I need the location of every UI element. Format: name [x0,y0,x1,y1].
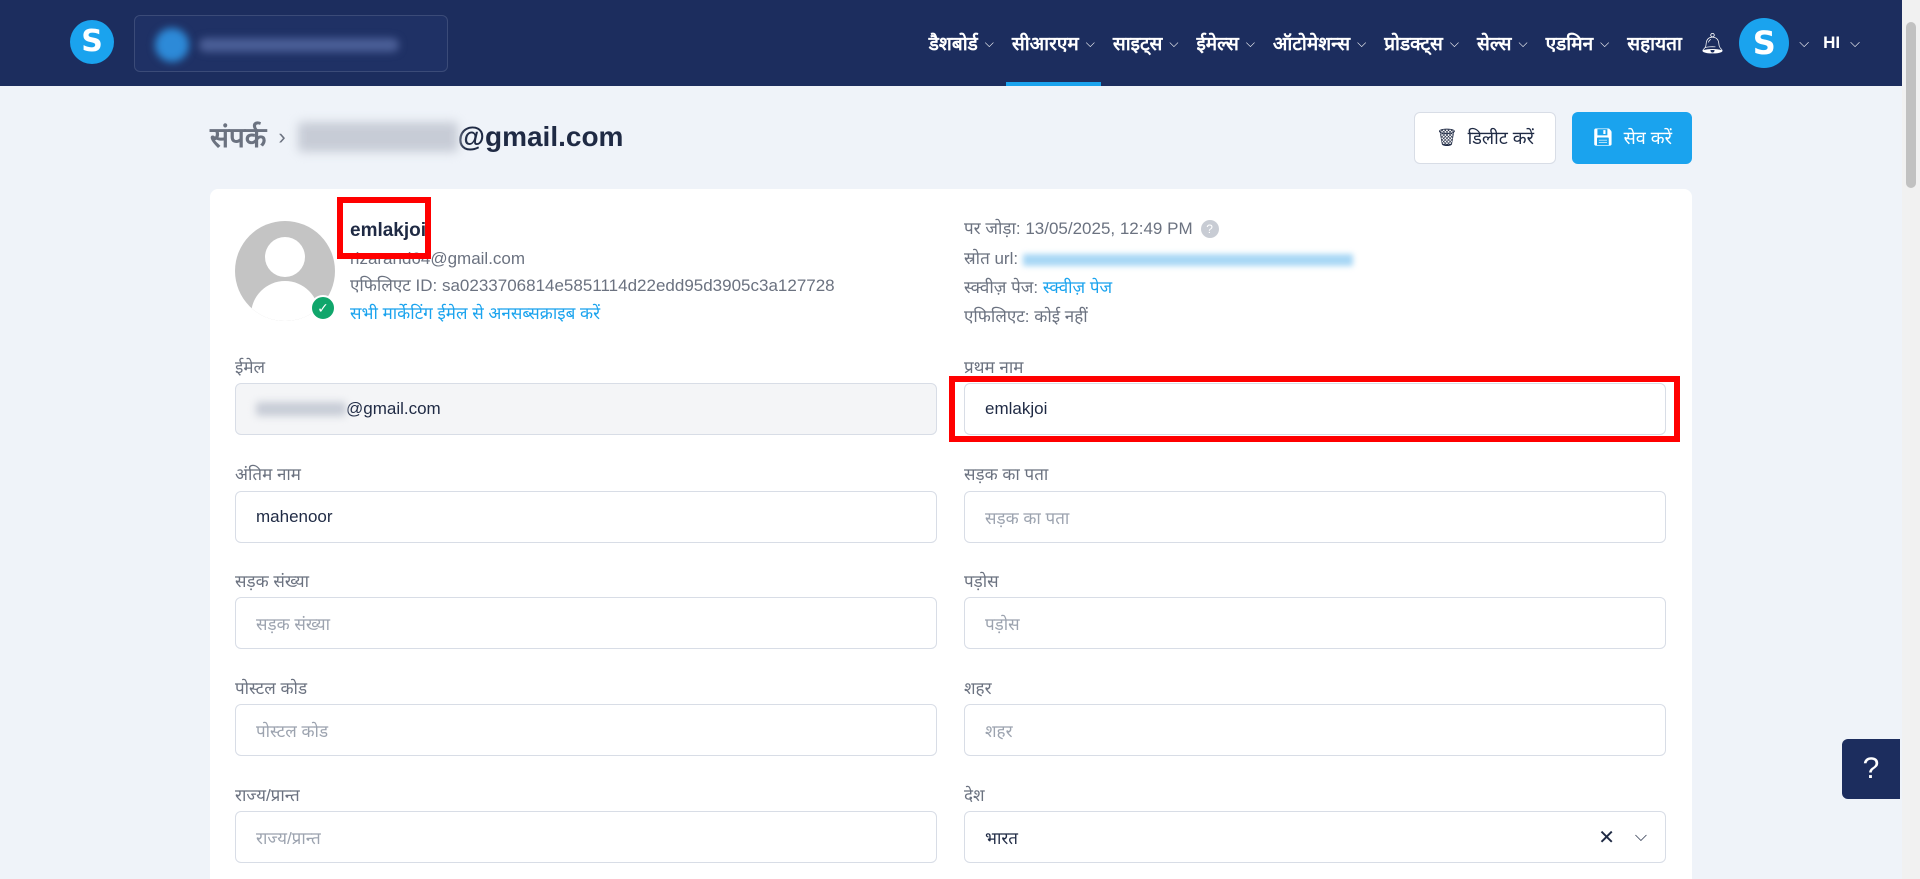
first-name-label: प्रथम नाम [964,358,1024,377]
state-field[interactable]: राज्य/प्रान्त [235,811,937,863]
email-redacted [256,402,346,416]
save-button[interactable]: 💾︎ सेव करें [1572,112,1692,164]
chevron-down-icon[interactable]: ⌵ [1850,35,1860,51]
breadcrumb-email: @gmail.com [457,121,624,152]
street-label: सड़क का पता [964,465,1049,484]
postal-code-field[interactable]: पोस्टल कोड [235,704,937,756]
site-name-redacted [199,38,399,52]
nav-automations[interactable]: ऑटोमेशन्स ⌵ [1267,0,1372,86]
help-icon[interactable]: ? [1200,220,1219,238]
chevron-down-icon[interactable]: ⌵ [1635,828,1647,846]
email-field: @gmail.com [235,383,937,435]
user-avatar[interactable]: S [1739,18,1790,68]
delete-button[interactable]: 🗑︎ डिलीट करें [1414,112,1556,164]
last-name-label: अंतिम नाम [235,465,301,484]
chevron-down-icon: ⌵ [984,35,994,50]
scrollbar-thumb[interactable] [1906,22,1916,188]
page-scrollbar[interactable] [1902,0,1920,879]
save-icon: 💾︎ [1592,128,1614,147]
nav-admin[interactable]: एडमिन ⌵ [1540,0,1616,86]
app-logo[interactable]: S [70,20,114,64]
neighborhood-field[interactable]: पड़ोस [964,597,1666,649]
nav-crm[interactable]: सीआरएम ⌵ [1005,0,1101,86]
street-number-label: सड़क संख्या [235,572,310,591]
nav-products[interactable]: प्रोडक्ट्स ⌵ [1378,0,1465,86]
highlight-box-first-name [949,376,1680,442]
affiliate-id: एफिलिएट ID: sa0233706814e5851114d22edd95… [350,276,835,295]
city-label: शहर [964,679,992,698]
nav-help[interactable]: सहायता [1621,0,1688,86]
last-name-field[interactable]: mahenoor [235,491,937,543]
breadcrumb: संपर्क › @gmail.com [210,118,623,156]
source-url-link[interactable] [1022,253,1353,266]
chevron-down-icon: ⌵ [1600,35,1610,50]
state-label: राज्य/प्रान्त [235,786,300,805]
email-redacted [297,122,458,152]
verified-check-icon: ✓ [310,295,336,321]
chevron-right-icon: › [278,124,286,149]
nav-dashboard[interactable]: डैशबोर्ड ⌵ [923,0,1000,86]
nav-sites[interactable]: साइट्स ⌵ [1107,0,1185,86]
chevron-down-icon: ⌵ [1169,35,1179,50]
chevron-down-icon[interactable]: ⌵ [1799,35,1809,51]
postal-code-label: पोस्टल कोड [235,679,308,698]
chevron-down-icon: ⌵ [1085,35,1095,50]
trash-icon: 🗑︎ [1435,128,1458,147]
street-address-field[interactable]: सड़क का पता [964,491,1666,543]
chevron-down-icon: ⌵ [1449,35,1460,50]
bell-icon[interactable]: 🔔︎ [1700,31,1725,56]
added-on: पर जोड़ा: 13/05/2025, 12:49 PM? [964,216,1219,239]
squeeze-page-link[interactable]: स्क्वीज़ पेज [1043,278,1112,297]
chevron-down-icon: ⌵ [1518,35,1528,50]
chevron-down-icon: ⌵ [1245,35,1255,50]
squeeze-page: स्क्वीज़ पेज: स्क्वीज़ पेज [964,278,1113,297]
unsubscribe-link[interactable]: सभी मार्केटिंग ईमेल से अनसब्सक्राइब करें [350,301,600,324]
contact-card: ✓ emlakjoi rizarand64@gmail.com एफिलिएट … [210,189,1692,879]
neighborhood-label: पड़ोस [964,572,999,591]
main-nav: डैशबोर्ड ⌵ सीआरएम ⌵ साइट्स ⌵ ईमेल्स ⌵ ऑटोमेश… [923,0,1902,86]
country-select[interactable]: भारत ✕ ⌵ [964,811,1666,863]
top-navbar: S डैशबोर्ड ⌵ सीआरएम ⌵ साइट्स ⌵ ईमेल्स ⌵ ऑटोम… [0,0,1902,86]
highlight-box-name [337,197,431,259]
source-url: स्रोत url: [964,246,1353,269]
nav-emails[interactable]: ईमेल्स ⌵ [1190,0,1260,86]
breadcrumb-contacts-link[interactable]: संपर्क [210,118,266,156]
chevron-down-icon: ⌵ [1357,35,1367,50]
email-label: ईमेल [235,358,266,377]
site-avatar [155,28,189,62]
language-selector[interactable]: HI [1823,33,1840,53]
country-label: देश [964,786,985,805]
nav-sales[interactable]: सेल्स ⌵ [1471,0,1534,86]
street-number-field[interactable]: सड़क संख्या [235,597,937,649]
city-field[interactable]: शहर [964,704,1666,756]
help-button[interactable]: ? [1842,739,1900,799]
affiliate: एफिलिएट: कोई नहीं [964,307,1088,326]
site-selector[interactable] [134,15,448,72]
clear-icon[interactable]: ✕ [1598,825,1615,850]
